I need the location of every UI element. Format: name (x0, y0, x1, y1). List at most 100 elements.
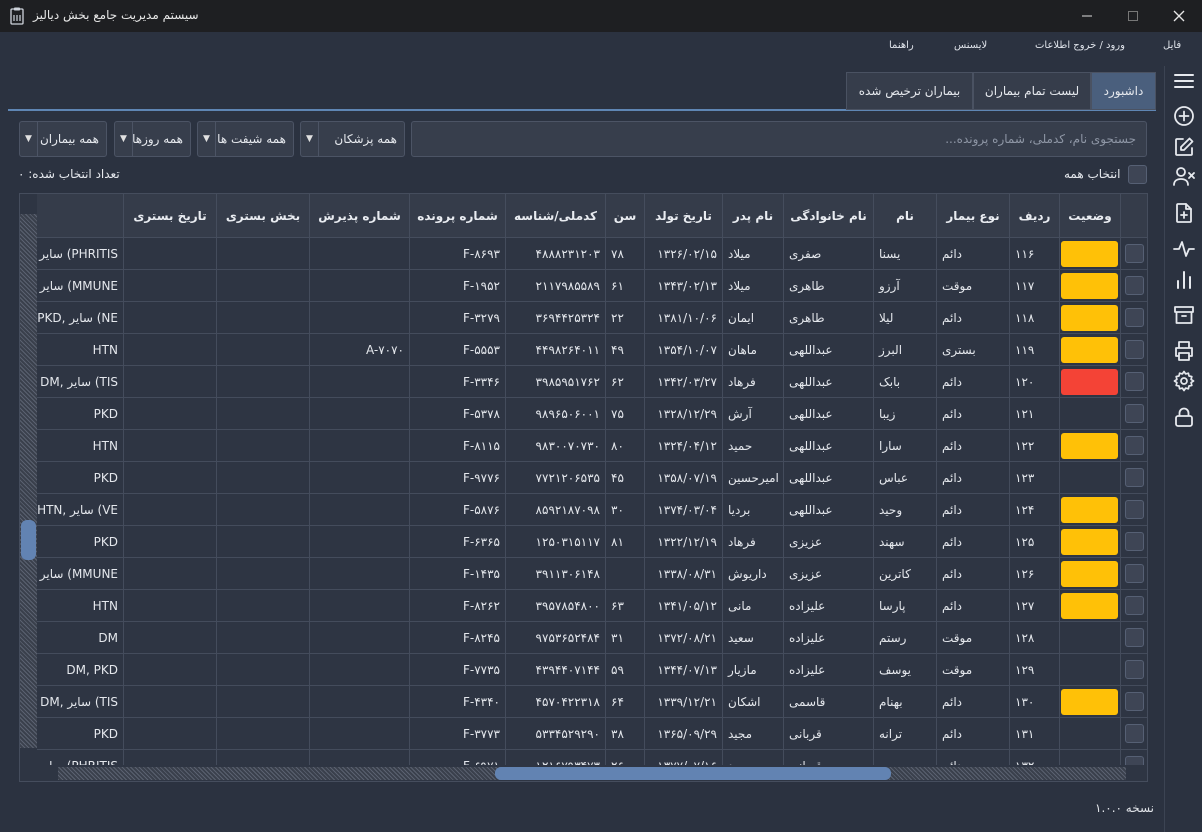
admission-no-cell (310, 462, 410, 494)
row-cell: ۱۲۶ (1010, 558, 1060, 590)
tab-all-patients[interactable]: لیست تمام بیماران (973, 72, 1091, 110)
print-icon[interactable] (1171, 338, 1197, 364)
shift-filter-dropdown[interactable]: ▼ همه شیفت ها (197, 121, 294, 157)
menu-icon[interactable] (1171, 68, 1197, 94)
table-row[interactable]: ۱۳۰ دائم بهنام قاسمی اشکان ۱۳۳۹/۱۲/۲۱ ۶۴ ۴۵۷۰۴۲… (20, 686, 1147, 718)
row-checkbox[interactable] (1125, 276, 1144, 295)
type-cell: دائم (937, 590, 1010, 622)
table-row[interactable]: ۱۱۷ موقت آرزو طاهری میلاد ۱۳۴۳/۰۲/۱۳ ۶۱ ۲۱۱۷۹۸۵… (20, 270, 1147, 302)
lock-icon[interactable] (1171, 404, 1197, 430)
horizontal-scroll-thumb[interactable] (494, 767, 891, 780)
file-number-column-header[interactable]: شماره پرونده (410, 194, 506, 238)
row-checkbox[interactable] (1125, 308, 1144, 327)
row-checkbox[interactable] (1125, 244, 1144, 263)
row-checkbox[interactable] (1125, 532, 1144, 551)
admission-number-column-header[interactable]: شماره پذیرش (310, 194, 410, 238)
table-row[interactable]: ۱۲۳ دائم عباس عبداللهی امیرحسین ۱۳۵۸/۰۷/۱۹ ۴۵ ۷… (20, 462, 1147, 494)
birth-cell: ۱۳۳۹/۱۲/۲۱ (645, 686, 723, 718)
archive-icon[interactable] (1171, 302, 1197, 328)
file-no-cell: F-۱۹۵۲ (410, 270, 506, 302)
remove-user-icon[interactable] (1171, 163, 1197, 189)
table-row[interactable]: ۱۱۶ دائم یسنا صفری میلاد ۱۳۲۶/۰۲/۱۵ ۷۸ ۴۸۸۸۲۳۱۲… (20, 238, 1147, 270)
type-cell: دائم (937, 558, 1010, 590)
vertical-scroll-track[interactable] (20, 214, 37, 748)
table-row[interactable]: ۱۲۲ دائم سارا عبداللهی حمید ۱۳۲۴/۰۴/۱۲ ۸۰ ۹۸۳۰۰… (20, 430, 1147, 462)
father-cell: حمید (723, 430, 784, 462)
menu-login-logout[interactable]: ورود / خروج اطلاعات (1035, 40, 1125, 51)
row-checkbox[interactable] (1125, 404, 1144, 423)
activity-icon[interactable] (1171, 236, 1197, 262)
birth-date-column-header[interactable]: تاریخ تولد (645, 194, 723, 238)
age-column-header[interactable]: سن (606, 194, 645, 238)
table-row[interactable]: ۱۲۶ دائم کاترین عزیزی داریوش ۱۳۳۸/۰۸/۳۱ ۳۹۱۱۳۰… (20, 558, 1147, 590)
father-name-column-header[interactable]: نام پدر (723, 194, 784, 238)
tab-dashboard[interactable]: داشبورد (1091, 72, 1156, 110)
edit-icon[interactable] (1171, 134, 1197, 160)
menu-help[interactable]: راهنما (889, 40, 914, 51)
table-row[interactable]: ۱۲۹ موقت یوسف علیزاده مازیار ۱۳۴۴/۰۷/۱۳ ۵۹ ۴۳۹۴… (20, 654, 1147, 686)
add-document-icon[interactable] (1171, 200, 1197, 226)
row-checkbox[interactable] (1125, 372, 1144, 391)
patient-type-column-header[interactable]: نوع بیمار (937, 194, 1010, 238)
table-row[interactable]: ۱۲۴ دائم وحید عبداللهی بردیا ۱۳۷۴/۰۳/۰۴ ۳۰ ۸۵۹۲… (20, 494, 1147, 526)
doctor-filter-dropdown[interactable]: ▼ همه پزشکان (300, 121, 405, 157)
menu-license[interactable]: لایسنس (954, 40, 987, 51)
first-name-column-header[interactable]: نام (874, 194, 937, 238)
status-cell (1060, 430, 1121, 462)
birth-cell: ۱۳۸۱/۱۰/۰۶ (645, 302, 723, 334)
table-row[interactable]: ۱۲۰ دائم بابک عبداللهی فرهاد ۱۳۴۲/۰۳/۲۷ ۶۲ ۳۹۸۵… (20, 366, 1147, 398)
vertical-scrollbar[interactable] (20, 194, 37, 769)
horizontal-scrollbar[interactable] (20, 765, 1147, 781)
menu-file[interactable]: فایل (1163, 40, 1181, 51)
ward-cell (217, 558, 310, 590)
row-checkbox[interactable] (1125, 660, 1144, 679)
row-checkbox[interactable] (1125, 628, 1144, 647)
settings-icon[interactable] (1171, 368, 1197, 394)
row-checkbox[interactable] (1125, 340, 1144, 359)
bar-chart-icon[interactable] (1171, 267, 1197, 293)
table-row[interactable]: ۱۲۸ موقت رستم علیزاده سعید ۱۳۷۲/۰۸/۲۱ ۳۱ ۹۷۵۳۶۵… (20, 622, 1147, 654)
name-cell: وحید (874, 494, 937, 526)
tab-discharged-patients[interactable]: بیماران ترخیص شده (846, 72, 973, 110)
search-input[interactable] (411, 121, 1147, 157)
checkbox-column-header[interactable] (1121, 194, 1147, 238)
row-checkbox[interactable] (1125, 724, 1144, 743)
table-row[interactable]: ۱۱۹ بستری البرز عبداللهی ماهان ۱۳۵۴/۱۰/۰۷ ۴۹ ۴۴… (20, 334, 1147, 366)
add-circle-icon[interactable] (1171, 103, 1197, 129)
patients-filter-dropdown[interactable]: ▼ همه بیماران (19, 121, 107, 157)
family-cell: عبداللهی (784, 398, 874, 430)
table-row[interactable]: ۱۱۸ دائم لیلا طاهری ایمان ۱۳۸۱/۱۰/۰۶ ۲۲ ۳۶۹۴۴۲۵… (20, 302, 1147, 334)
table-row[interactable]: ۱۲۷ دائم پارسا علیزاده مانی ۱۳۴۱/۰۵/۱۲ ۶۳ ۳۹۵۷۸… (20, 590, 1147, 622)
father-cell: امیرحسین (723, 462, 784, 494)
vertical-scroll-thumb[interactable] (21, 520, 36, 561)
table-row[interactable]: ۱۲۱ دائم زیبا عبداللهی آرش ۱۳۲۸/۱۲/۲۹ ۷۵ ۹۸۹۶۵۰… (20, 398, 1147, 430)
close-button[interactable] (1156, 0, 1202, 32)
row-checkbox[interactable] (1125, 596, 1144, 615)
status-column-header[interactable]: وضعیت (1060, 194, 1121, 238)
row-checkbox-cell (1121, 462, 1147, 494)
row-checkbox[interactable] (1125, 468, 1144, 487)
table-row[interactable]: ۱۲۵ دائم سهند عزیزی فرهاد ۱۳۲۲/۱۲/۱۹ ۸۱ ۱۲۵۰۳۱۵… (20, 526, 1147, 558)
row-checkbox[interactable] (1125, 692, 1144, 711)
table-row[interactable]: ۱۳۱ دائم ترانه قربانی مجید ۱۳۶۵/۰۹/۲۹ ۳۸ ۵۳۳۴۵۲… (20, 718, 1147, 750)
minimize-button[interactable] (1064, 0, 1110, 32)
last-name-column-header[interactable]: نام خانوادگی (784, 194, 874, 238)
father-cell: سعید (723, 622, 784, 654)
national-id-column-header[interactable]: کدملی/شناسه (506, 194, 606, 238)
maximize-button[interactable] (1110, 0, 1156, 32)
title-bar: سیستم مدیریت جامع بخش دیالیز (0, 0, 1202, 32)
admit-date-cell (124, 430, 217, 462)
days-filter-dropdown[interactable]: ▼ همه روزها (114, 121, 191, 157)
row-checkbox[interactable] (1125, 436, 1144, 455)
row-number-column-header[interactable]: ردیف (1010, 194, 1060, 238)
national-id-cell: ۴۸۸۸۲۳۱۲۰۳ (506, 238, 606, 270)
status-badge (1061, 273, 1118, 299)
row-checkbox[interactable] (1125, 564, 1144, 583)
ward-cell (217, 238, 310, 270)
admit-date-column-header[interactable]: تاریخ بستری (124, 194, 217, 238)
row-checkbox[interactable] (1125, 500, 1144, 519)
status-badge (1061, 561, 1118, 587)
ward-column-header[interactable]: بخش بستری (217, 194, 310, 238)
select-all-checkbox[interactable] (1128, 165, 1147, 184)
ward-cell (217, 398, 310, 430)
